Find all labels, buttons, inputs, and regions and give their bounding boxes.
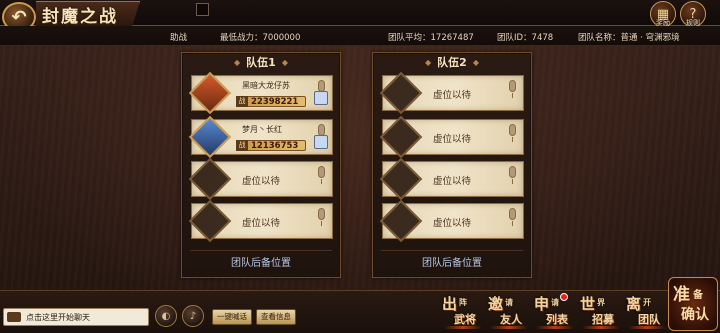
reserve-position[interactable]: 团队后备位置 (373, 254, 531, 269)
background (0, 0, 720, 333)
empty-avatar-icon (379, 157, 423, 201)
ornament-icon: ◆ (472, 57, 479, 67)
mic-icon[interactable] (509, 124, 516, 142)
view-info-button[interactable]: 查看信息 (256, 309, 296, 325)
team-header: ◆ 队伍2 ◆ (373, 53, 531, 71)
ornament-icon: ◆ (234, 57, 241, 67)
invite-friend-button[interactable]: 邀 请 友人 (486, 291, 530, 331)
player-power: 22398221 (251, 97, 299, 107)
action-small-char: 开 (643, 297, 651, 307)
empty-slot-label: 虚位以待 (242, 218, 281, 229)
confirm-small-char: 备 (693, 290, 703, 301)
underline (444, 326, 482, 329)
action-small-char: 界 (597, 297, 605, 307)
mic-icon[interactable] (509, 208, 516, 226)
member-slot[interactable]: 黑暗大龙仔苏 战 22398221 (188, 71, 333, 115)
assist-label: 助战 (170, 33, 188, 43)
ready-confirm-button[interactable]: 准 备 确认 (668, 277, 718, 331)
team-header: ◆ 队伍1 ◆ (182, 53, 340, 71)
divider (190, 250, 332, 251)
team-id: 团队ID：7478 (497, 33, 554, 43)
empty-slot[interactable]: 虚位以待 (188, 157, 333, 201)
power-icon: 战 (236, 96, 248, 107)
empty-avatar-icon (188, 157, 232, 201)
assist-checkbox[interactable] (196, 3, 209, 16)
action-label: 列表 (546, 313, 568, 326)
world-recruit-button[interactable]: 世 界 招募 (578, 291, 622, 331)
avatar (188, 71, 232, 115)
empty-slot[interactable]: 虚位以待 (379, 71, 524, 115)
chat-bubble-icon (7, 312, 21, 322)
reserve-position[interactable]: 团队后备位置 (182, 254, 340, 269)
notification-dot (560, 293, 568, 301)
voice-toggle-button[interactable]: ◐ (155, 305, 177, 327)
ornament-icon: ◆ (425, 57, 432, 67)
team-panel-1: ◆ 队伍1 ◆ 黑暗大龙仔苏 战 22398221 梦月丶长红 战 121367… (181, 52, 341, 278)
empty-avatar-icon (379, 199, 423, 243)
power-icon: 战 (236, 140, 248, 151)
headphone-icon: ◐ (161, 310, 171, 322)
empty-slot-label: 虚位以待 (433, 90, 472, 101)
team-title: 队伍1 (246, 56, 276, 69)
underline (582, 326, 620, 329)
empty-slot[interactable]: 虚位以待 (379, 115, 524, 159)
empty-slot[interactable]: 虚位以待 (188, 199, 333, 243)
microphone-icon: ♪ (189, 310, 197, 322)
deploy-general-button[interactable]: 出 阵 武将 (440, 291, 484, 331)
mic-icon[interactable] (509, 80, 516, 98)
team-average: 团队平均：17267487 (388, 33, 474, 43)
one-click-shout-button[interactable]: 一键喊话 (212, 309, 252, 325)
mic-icon[interactable] (318, 208, 325, 226)
player-power: 12136753 (251, 141, 299, 151)
mic-icon[interactable] (509, 166, 516, 184)
empty-slot[interactable]: 虚位以待 (379, 157, 524, 201)
bottom-bar: 点击这里开始聊天 ◐ ♪ 一键喊话 查看信息 出 阵 武将 邀 请 友人 申 请… (0, 290, 720, 333)
mic-icon[interactable] (318, 166, 325, 184)
empty-slot-label: 虚位以待 (433, 176, 472, 187)
action-small-char: 请 (505, 297, 513, 307)
mic-toggle-button[interactable]: ♪ (182, 305, 204, 327)
team-name: 团队名称：普通 · 穹渊邪境 (578, 33, 680, 43)
info-row: 助战 最低战力：7000000 团队平均：17267487 团队ID：7478 … (0, 26, 720, 46)
underline (490, 326, 528, 329)
empty-slot-label: 虚位以待 (242, 176, 281, 187)
power-bar: 战 12136753 (236, 140, 306, 151)
action-label: 武将 (454, 313, 476, 326)
application-list-button[interactable]: 申 请 列表 (532, 291, 576, 331)
empty-avatar-icon (379, 71, 423, 115)
action-small-char: 阵 (459, 297, 467, 307)
member-slot[interactable]: 梦月丶长红 战 12136753 (188, 115, 333, 159)
rank-icon (314, 91, 328, 105)
back-arrow-icon: ↶ (11, 6, 27, 28)
underline (536, 326, 574, 329)
action-label: 团队 (638, 313, 660, 326)
team-title: 队伍2 (437, 56, 467, 69)
chat-input[interactable]: 点击这里开始聊天 (3, 308, 149, 326)
underline (628, 326, 666, 329)
min-power: 最低战力：7000000 (220, 33, 301, 43)
player-name: 黑暗大龙仔苏 (242, 81, 290, 90)
page-title: 封魔之战 (36, 1, 140, 28)
rank-icon (314, 135, 328, 149)
empty-slot-label: 虚位以待 (433, 218, 472, 229)
ornament-icon: ◆ (281, 57, 288, 67)
team-panel-2: ◆ 队伍2 ◆ 虚位以待 虚位以待 虚位以待 虚位以待 团队后备位置 (372, 52, 532, 278)
empty-avatar-icon (188, 199, 232, 243)
action-label: 招募 (592, 313, 614, 326)
leave-team-button[interactable]: 离 开 团队 (624, 291, 668, 331)
confirm-label: 确认 (681, 307, 709, 323)
action-label: 友人 (500, 313, 522, 326)
power-bar: 战 22398221 (236, 96, 306, 107)
divider (381, 250, 523, 251)
confirm-big-char: 准 (673, 285, 690, 305)
empty-slot-label: 虚位以待 (433, 134, 472, 145)
action-small-char: 请 (551, 297, 559, 307)
avatar (188, 115, 232, 159)
chat-placeholder: 点击这里开始聊天 (26, 313, 90, 322)
player-name: 梦月丶长红 (242, 125, 282, 134)
empty-avatar-icon (379, 115, 423, 159)
empty-slot[interactable]: 虚位以待 (379, 199, 524, 243)
